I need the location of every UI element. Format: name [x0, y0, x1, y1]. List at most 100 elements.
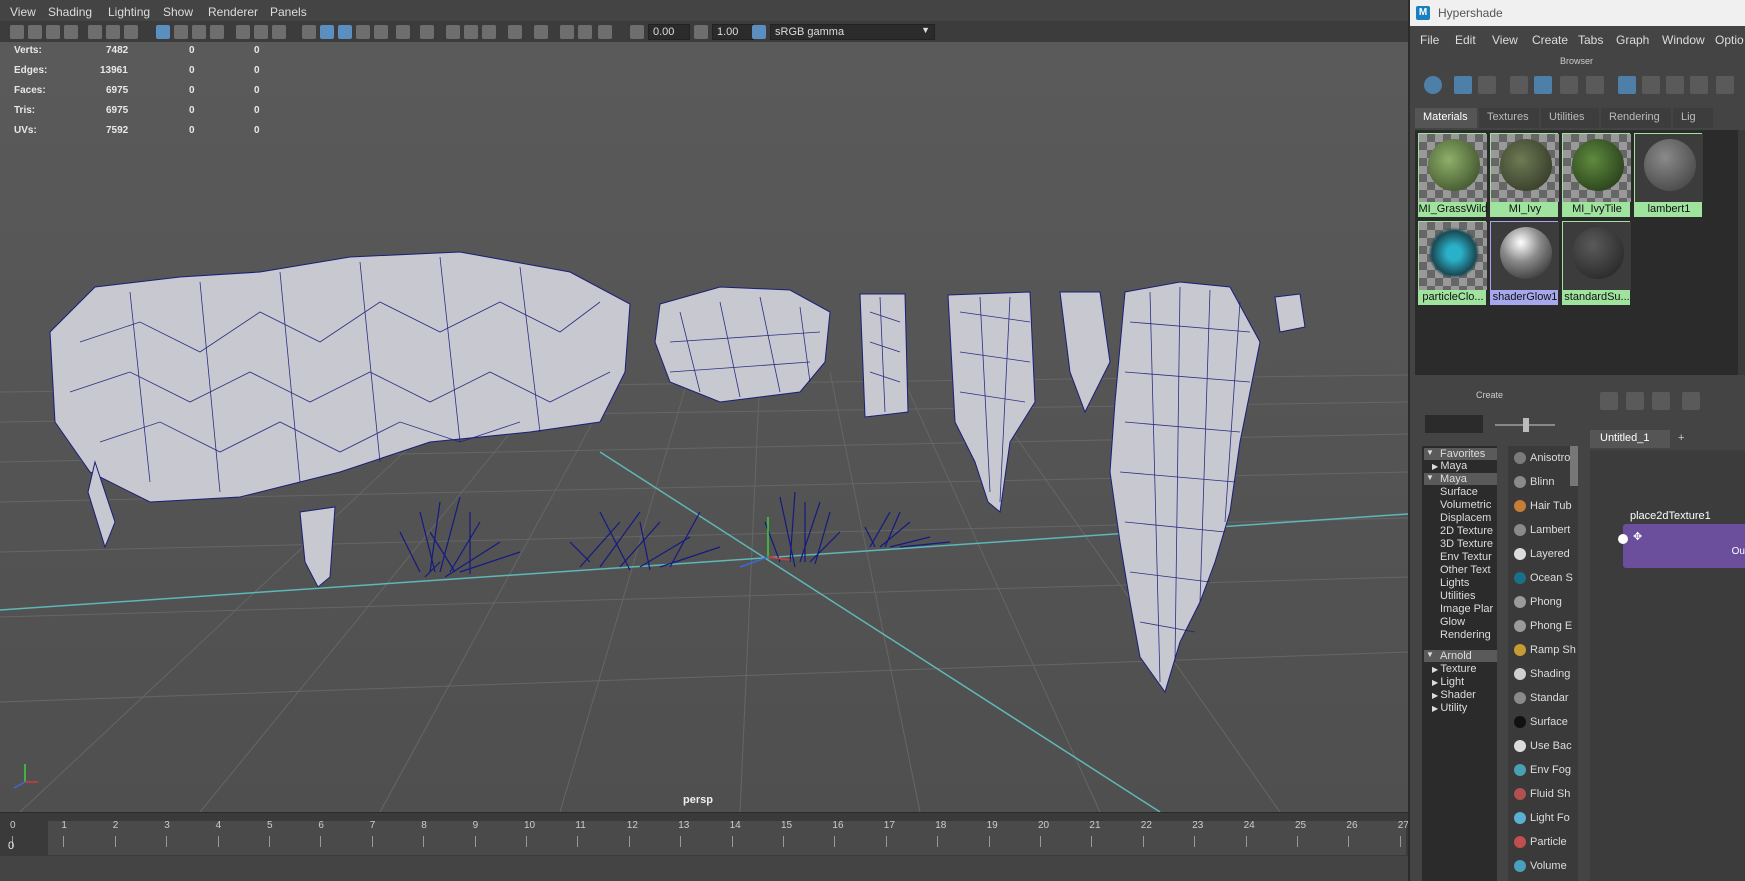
tree-arnold-item[interactable]: ▶ Utility: [1432, 702, 1467, 714]
isolate-select-icon[interactable]: [534, 25, 548, 39]
sort-reverse-icon[interactable]: [1690, 76, 1708, 94]
hypershade-titlebar[interactable]: M Hypershade: [1410, 0, 1745, 26]
add-tab-button[interactable]: +: [1678, 432, 1684, 444]
small-swatch-icon[interactable]: [1510, 76, 1528, 94]
current-frame-field[interactable]: 0: [8, 840, 14, 852]
snapshot-icon[interactable]: [598, 25, 612, 39]
node-input-port[interactable]: [1618, 534, 1628, 544]
viewport-panel[interactable]: View Shading Lighting Show Renderer Pane…: [0, 0, 1409, 881]
tree-maya-item[interactable]: Image Plar: [1440, 603, 1496, 615]
tree-arnold-item[interactable]: ▶ Shader: [1432, 689, 1476, 701]
screen-space-ao-icon[interactable]: [446, 25, 460, 39]
browser-scrollbar[interactable]: [1738, 130, 1745, 375]
xray-icon[interactable]: [356, 25, 370, 39]
create-node-item[interactable]: Standar: [1508, 688, 1578, 710]
material-swatch[interactable]: shaderGlow1: [1489, 220, 1559, 306]
menu-view[interactable]: View: [1492, 33, 1518, 47]
icon-view-icon[interactable]: [1454, 76, 1472, 94]
bookmark-icon[interactable]: [46, 25, 60, 39]
graph-output-connections-icon[interactable]: [1652, 392, 1670, 410]
xray-joints-icon[interactable]: [374, 25, 388, 39]
material-swatch[interactable]: MI_IvyTile: [1561, 132, 1631, 218]
menu-tabs[interactable]: Tabs: [1578, 33, 1603, 47]
range-slider[interactable]: [0, 856, 1408, 881]
tree-fav-maya[interactable]: ▶ Maya: [1432, 460, 1467, 472]
menu-edit[interactable]: Edit: [1455, 33, 1476, 47]
create-search-input[interactable]: [1425, 415, 1483, 433]
refresh-icon[interactable]: [1716, 76, 1734, 94]
menu-file[interactable]: File: [1420, 33, 1439, 47]
slider-handle[interactable]: [1523, 418, 1529, 432]
color-space-dropdown[interactable]: sRGB gamma ▼: [770, 24, 935, 40]
grid-icon[interactable]: [156, 25, 170, 39]
menu-show[interactable]: Show: [163, 5, 193, 19]
list-view-icon[interactable]: [1478, 76, 1496, 94]
film-gate-icon[interactable]: [174, 25, 188, 39]
tree-maya-item[interactable]: Surface: [1440, 486, 1496, 498]
create-node-item[interactable]: Phong E: [1508, 616, 1578, 638]
medium-swatch-icon[interactable]: [1534, 76, 1552, 94]
camera-attributes-icon[interactable]: [28, 25, 42, 39]
create-node-item[interactable]: Anisotro: [1508, 448, 1578, 470]
graph-node[interactable]: ✥ Ou: [1623, 524, 1745, 568]
2d-pan-zoom-icon[interactable]: [106, 25, 120, 39]
depth-of-field-icon[interactable]: [508, 25, 522, 39]
tree-maya-item[interactable]: 2D Texture: [1440, 525, 1496, 537]
graph-tab[interactable]: Untitled_1: [1590, 430, 1670, 448]
create-node-item[interactable]: Hair Tub: [1508, 496, 1578, 518]
tree-maya-item[interactable]: Rendering: [1440, 629, 1496, 641]
on-toggle-icon[interactable]: [1424, 76, 1442, 94]
multisample-aa-icon[interactable]: [482, 25, 496, 39]
select-camera-icon[interactable]: [10, 25, 24, 39]
create-node-item[interactable]: Volume: [1508, 856, 1578, 878]
exposure-icon[interactable]: [630, 25, 644, 39]
wireframe-icon[interactable]: [302, 25, 316, 39]
camera-guides-icon[interactable]: [578, 25, 592, 39]
menu-graph[interactable]: Graph: [1616, 33, 1649, 47]
tree-maya-item[interactable]: Env Textur: [1440, 551, 1496, 563]
color-management-icon[interactable]: [752, 25, 766, 39]
tree-maya[interactable]: ▼ Maya: [1424, 473, 1497, 485]
gate-mask-icon[interactable]: [210, 25, 224, 39]
create-node-item[interactable]: Ramp Sh: [1508, 640, 1578, 662]
create-node-item[interactable]: Layered: [1508, 544, 1578, 566]
pencil-icon[interactable]: [124, 25, 138, 39]
field-chart-icon[interactable]: [236, 25, 250, 39]
create-node-item[interactable]: Use Bac: [1508, 736, 1578, 758]
material-swatch[interactable]: particleClo...: [1417, 220, 1487, 306]
tree-maya-item[interactable]: Glow: [1440, 616, 1496, 628]
tab-lights[interactable]: Lig: [1673, 108, 1713, 128]
create-node-item[interactable]: Ocean S: [1508, 568, 1578, 590]
material-swatch[interactable]: lambert1: [1633, 132, 1703, 218]
create-node-item[interactable]: Shading: [1508, 664, 1578, 686]
wireframe-on-shaded-icon[interactable]: [338, 25, 352, 39]
tree-maya-item[interactable]: Other Text: [1440, 564, 1496, 576]
safe-action-icon[interactable]: [254, 25, 268, 39]
xlarge-swatch-icon[interactable]: [1586, 76, 1604, 94]
tree-maya-item[interactable]: Lights: [1440, 577, 1496, 589]
tree-maya-item[interactable]: 3D Texture: [1440, 538, 1496, 550]
menu-shading[interactable]: Shading: [48, 5, 92, 19]
3d-viewport[interactable]: Verts: 7482 0 0 Edges: 13961 0 0 Faces: …: [0, 42, 1408, 812]
tree-favorites[interactable]: ▼ Favorites: [1424, 448, 1497, 460]
tree-maya-item[interactable]: Volumetric: [1440, 499, 1496, 511]
create-node-item[interactable]: Fluid Sh: [1508, 784, 1578, 806]
material-swatch[interactable]: MI_Ivy: [1489, 132, 1559, 218]
sort-by-time-icon[interactable]: [1666, 76, 1684, 94]
smooth-shade-icon[interactable]: [320, 25, 334, 39]
grease-pencil-icon[interactable]: [88, 25, 102, 39]
create-node-item[interactable]: Surface: [1508, 712, 1578, 734]
tab-textures[interactable]: Textures: [1479, 108, 1539, 128]
graph-input-connections-icon[interactable]: [1600, 392, 1618, 410]
tree-arnold-item[interactable]: ▶ Texture: [1432, 663, 1476, 675]
menu-panels[interactable]: Panels: [270, 5, 307, 19]
motion-blur-icon[interactable]: [464, 25, 478, 39]
menu-view[interactable]: View: [10, 5, 36, 19]
use-default-lighting-icon[interactable]: [396, 25, 410, 39]
menu-lighting[interactable]: Lighting: [108, 5, 150, 19]
gamma-field[interactable]: 1.00: [712, 24, 754, 40]
xray-active-icon[interactable]: [560, 25, 574, 39]
node-list-scrollbar[interactable]: [1570, 446, 1578, 486]
sort-by-type-icon[interactable]: [1642, 76, 1660, 94]
tree-arnold-item[interactable]: ▶ Light: [1432, 676, 1464, 688]
